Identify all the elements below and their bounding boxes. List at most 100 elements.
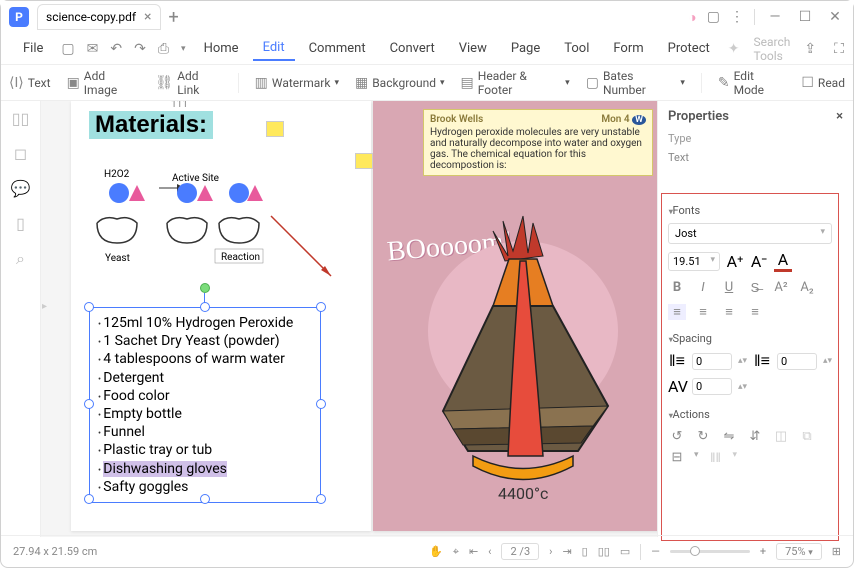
align-justify-button[interactable]: ≡ — [746, 304, 764, 320]
tool-add-link[interactable]: ⛓Add Link — [155, 69, 221, 97]
tool-header-footer[interactable]: ▤Header & Footer▾ — [461, 69, 570, 97]
account-icon[interactable]: ◑ — [688, 9, 696, 26]
tool-text[interactable]: ⟨I⟩Text — [9, 75, 51, 91]
rotate-left-icon[interactable]: ↺ — [668, 429, 686, 444]
subscript-button[interactable]: A₂ — [798, 280, 816, 296]
materials-heading[interactable]: Materials: — [89, 111, 213, 139]
tool-read[interactable]: ☐Read — [801, 75, 845, 91]
resize-handle-n[interactable] — [200, 302, 210, 312]
minimize-button[interactable]: — — [765, 9, 785, 25]
mail-icon[interactable]: ✉ — [83, 39, 103, 59]
page-indicator[interactable]: 2 /3 — [501, 543, 539, 560]
zoom-out-button[interactable]: — — [651, 545, 660, 558]
maximize-button[interactable]: ☐ — [795, 9, 815, 25]
search-icon[interactable]: ⌕ — [16, 249, 25, 269]
zoom-slider[interactable] — [670, 550, 750, 553]
rotate-handle[interactable] — [200, 283, 210, 293]
select-tool-icon[interactable]: ⌖ — [453, 545, 459, 559]
arrow-annotation[interactable] — [261, 206, 361, 296]
tool-edit-mode[interactable]: ✎Edit Mode — [718, 69, 786, 97]
hand-tool-icon[interactable]: ✋ — [429, 545, 443, 558]
align-left-button[interactable]: ≡ — [668, 304, 686, 320]
expand-icon[interactable]: ⛶ — [830, 39, 848, 59]
rotate-right-icon[interactable]: ↻ — [694, 429, 712, 444]
fit-page-icon[interactable]: ⊞ — [832, 545, 841, 558]
tool-background[interactable]: ▦Background▾ — [355, 75, 445, 91]
menu-file[interactable]: File — [13, 37, 53, 60]
align-center-button[interactable]: ≡ — [694, 304, 712, 320]
resize-handle-s[interactable] — [200, 494, 210, 504]
menu-comment[interactable]: Comment — [299, 37, 376, 60]
two-page-icon[interactable]: ▯▯ — [598, 545, 610, 558]
tool-add-image[interactable]: ▣Add Image — [67, 69, 140, 97]
next-page-button[interactable]: › — [549, 545, 552, 558]
zoom-in-button[interactable]: + — [760, 545, 766, 558]
superscript-button[interactable]: A² — [772, 280, 790, 296]
new-tab-button[interactable]: + — [169, 7, 179, 28]
distribute-icon[interactable]: ‖‖ — [707, 450, 725, 466]
increase-font-icon[interactable]: A⁺ — [726, 252, 744, 271]
resize-handle-nw[interactable] — [84, 302, 94, 312]
align-objects-icon[interactable]: ⊟ — [668, 450, 686, 466]
menu-view[interactable]: View — [449, 37, 497, 60]
single-page-icon[interactable]: ▯ — [582, 545, 588, 558]
attachment-icon[interactable]: ▯ — [16, 214, 25, 233]
page-2[interactable]: Brook Wells Mon 4 W Hydrogen peroxide mo… — [373, 101, 657, 531]
page-1[interactable]: 111 Materials: H2O2 Active Site Yeast Re… — [71, 101, 371, 531]
thumbnail-icon[interactable]: ▯▯ — [12, 109, 30, 128]
last-page-button[interactable]: ⇥ — [562, 545, 571, 558]
font-family-select[interactable]: Jost▾ — [668, 223, 832, 244]
fonts-section-label[interactable]: Fonts — [668, 204, 832, 217]
resize-handle-sw[interactable] — [84, 494, 94, 504]
decrease-font-icon[interactable]: A⁻ — [750, 252, 768, 271]
para-spacing-input[interactable] — [777, 353, 817, 370]
menu-protect[interactable]: Protect — [658, 37, 720, 60]
resize-handle-ne[interactable] — [316, 302, 326, 312]
close-panel-icon[interactable]: × — [836, 109, 843, 124]
resize-handle-w[interactable] — [84, 399, 94, 409]
align-right-button[interactable]: ≡ — [720, 304, 738, 320]
first-page-button[interactable]: ⇤ — [469, 545, 478, 558]
sticky-note-side-icon[interactable] — [355, 153, 373, 169]
menu-convert[interactable]: Convert — [380, 37, 445, 60]
menu-edit[interactable]: Edit — [253, 36, 295, 61]
comment-popup[interactable]: Brook Wells Mon 4 W Hydrogen peroxide mo… — [423, 109, 653, 176]
extract-icon[interactable]: ⧉ — [798, 429, 816, 444]
expand-left-icon[interactable]: ▸ — [42, 301, 47, 312]
search-tools-input[interactable]: Search Tools — [754, 35, 791, 63]
wand-icon[interactable]: ✦ — [724, 39, 744, 59]
read-mode-icon[interactable]: ▭ — [620, 545, 630, 558]
prev-page-button[interactable]: ‹ — [488, 545, 491, 558]
chevron-down-icon[interactable]: ▾ — [177, 42, 190, 56]
close-tab-icon[interactable]: × — [144, 9, 151, 25]
font-size-input[interactable]: 19.51▾ — [668, 252, 720, 271]
menu-form[interactable]: Form — [603, 37, 653, 60]
canvas[interactable]: ▸ ◂ 111 Materials: H2O2 Active Site Yeas… — [41, 101, 657, 537]
underline-button[interactable]: U — [720, 280, 738, 296]
document-tab[interactable]: science-copy.pdf × — [37, 4, 161, 30]
tool-bates-number[interactable]: ▢Bates Number▾ — [586, 69, 685, 97]
materials-list-textbox[interactable]: 125ml 10% Hydrogen Peroxide 1 Sachet Dry… — [89, 307, 321, 503]
italic-button[interactable]: I — [694, 280, 712, 296]
new-file-icon[interactable]: ▢ — [57, 39, 78, 59]
tool-watermark[interactable]: ▥Watermark▾ — [255, 75, 339, 91]
spacing-section-label[interactable]: Spacing — [668, 332, 832, 345]
kebab-menu-icon[interactable]: ⋮ — [730, 9, 744, 25]
menu-home[interactable]: Home — [194, 37, 249, 60]
resize-handle-e[interactable] — [316, 399, 326, 409]
bookmark-icon[interactable]: ◻ — [14, 144, 27, 163]
menu-tool[interactable]: Tool — [554, 37, 599, 60]
crop-icon[interactable]: ◫ — [772, 429, 790, 444]
sticky-note-icon[interactable] — [266, 121, 284, 137]
actions-section-label[interactable]: Actions — [668, 408, 832, 421]
menu-page[interactable]: Page — [501, 37, 550, 60]
flip-h-icon[interactable]: ⇋ — [720, 429, 738, 444]
undo-icon[interactable]: ↶ — [106, 39, 126, 59]
line-spacing-input[interactable] — [692, 353, 732, 370]
comment-panel-icon[interactable]: 💬 — [11, 179, 31, 198]
tile-icon[interactable]: ▢ — [707, 9, 720, 25]
flip-v-icon[interactable]: ⇵ — [746, 429, 764, 444]
bold-button[interactable]: B — [668, 280, 686, 296]
redo-icon[interactable]: ↷ — [130, 39, 150, 59]
zoom-percent[interactable]: 75% ▾ — [776, 543, 822, 560]
